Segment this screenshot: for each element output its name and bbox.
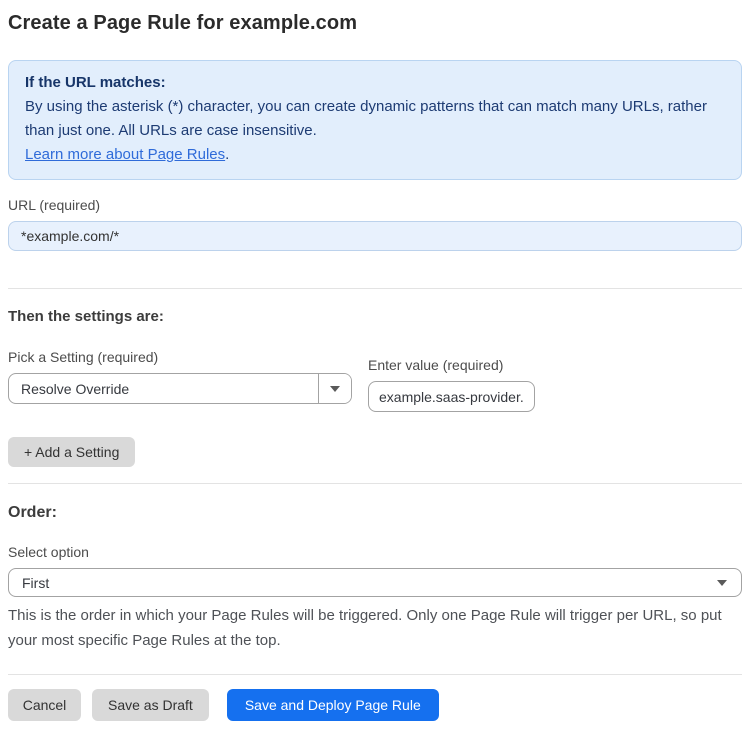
create-page-rule-form: Create a Page Rule for example.com If th… <box>0 0 750 731</box>
url-match-info-box: If the URL matches: By using the asteris… <box>8 60 742 180</box>
chevron-down-icon <box>717 579 727 586</box>
page-title: Create a Page Rule for example.com <box>8 12 358 34</box>
save-and-deploy-button[interactable]: Save and Deploy Page Rule <box>226 689 439 721</box>
cancel-button[interactable]: Cancel <box>8 689 81 721</box>
add-setting-button[interactable]: + Add a Setting <box>8 437 136 467</box>
setting-select[interactable]: Resolve Override <box>8 373 352 404</box>
url-field-label: URL (required) <box>8 197 101 213</box>
divider <box>8 674 742 675</box>
divider <box>8 288 742 289</box>
setting-select-label: Pick a Setting (required) <box>8 349 159 365</box>
url-input[interactable] <box>8 221 742 251</box>
action-buttons-row: Cancel Save as Draft Save and Deploy Pag… <box>8 689 742 721</box>
divider <box>8 483 742 484</box>
order-select-label: Select option <box>8 544 89 560</box>
value-field-label: Enter value (required) <box>368 357 504 373</box>
order-section-heading: Order: <box>8 504 57 521</box>
settings-section-heading: Then the settings are: <box>8 308 164 325</box>
link-suffix: . <box>225 146 230 163</box>
setting-select-arrow-button[interactable] <box>318 374 351 403</box>
order-help-text: This is the order in which your Page Rul… <box>8 607 722 649</box>
save-as-draft-button[interactable]: Save as Draft <box>92 689 209 721</box>
setting-value-column: Enter value (required) <box>368 357 535 412</box>
order-select-value: First <box>22 574 50 591</box>
learn-more-link[interactable]: Learn more about Page Rules <box>25 146 225 163</box>
setting-select-value: Resolve Override <box>21 380 130 397</box>
info-box-body: By using the asterisk (*) character, you… <box>25 98 707 139</box>
setting-select-column: Pick a Setting (required) Resolve Overri… <box>8 349 352 412</box>
settings-row: Pick a Setting (required) Resolve Overri… <box>8 349 742 412</box>
order-select[interactable]: First <box>8 568 742 597</box>
info-box-heading: If the URL matches: <box>25 74 166 91</box>
setting-value-input[interactable] <box>368 381 535 412</box>
chevron-down-icon <box>330 385 340 392</box>
info-box-link-line: Learn more about Page Rules. <box>25 143 725 167</box>
